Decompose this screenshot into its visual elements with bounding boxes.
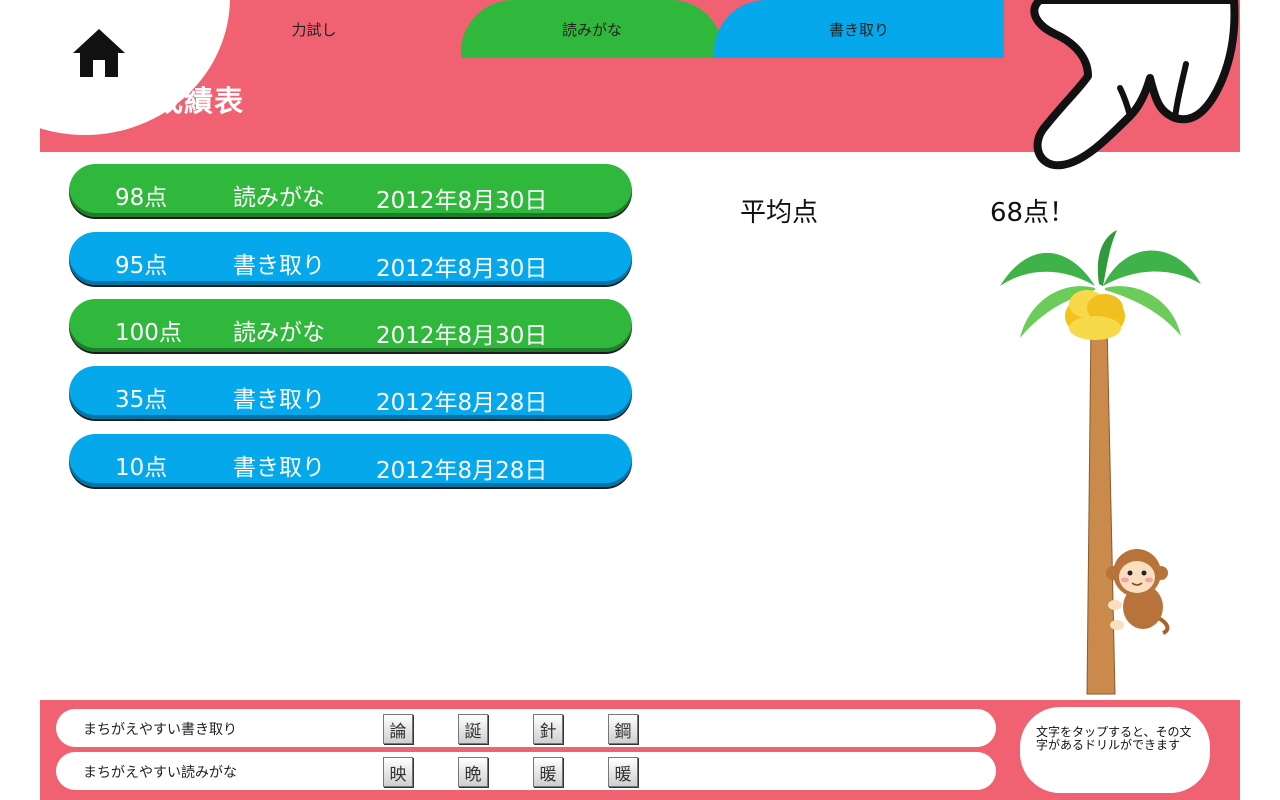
result-date: 2012年8月30日 [376, 323, 548, 349]
monkey-icon [1106, 549, 1170, 635]
page-title: 成績表 [154, 84, 245, 118]
result-score: 98点 [115, 185, 168, 211]
result-score: 95点 [115, 253, 168, 279]
result-score: 35点 [115, 387, 168, 413]
result-date: 2012年8月28日 [376, 458, 548, 484]
frequent-reading-mistakes-label: まちがえやすい読みがな [83, 765, 237, 781]
kanji-button[interactable]: 映 [383, 757, 413, 787]
result-type: 書き取り [233, 387, 325, 413]
tab-challenge-label: 力試し [291, 20, 337, 39]
result-row[interactable]: 10点 書き取り 2012年8月28日 [69, 434, 632, 487]
result-type: 書き取り [233, 253, 325, 279]
average-value: 68点！ [990, 198, 1076, 228]
result-date: 2012年8月28日 [376, 390, 548, 416]
result-score: 100点 [115, 320, 182, 346]
frequent-writing-mistakes-label: まちがえやすい書き取り [83, 722, 237, 738]
frequent-writing-mistakes: まちがえやすい書き取り 論 誕 針 鋼 [56, 709, 996, 747]
kanji-button[interactable]: 誕 [458, 714, 488, 744]
result-row[interactable]: 95点 書き取り 2012年8月30日 [69, 232, 632, 285]
tab-writing-label: 書き取り [828, 20, 889, 39]
result-date: 2012年8月30日 [376, 188, 548, 214]
tab-writing[interactable]: 書き取り [714, 0, 1004, 58]
tab-reading-label: 読みがな [561, 20, 622, 39]
pointing-hand-icon [1030, 0, 1239, 170]
kanji-button[interactable]: 論 [383, 714, 413, 744]
home-icon[interactable] [72, 27, 126, 79]
result-date: 2012年8月30日 [376, 256, 548, 282]
kanji-button[interactable]: 晩 [458, 757, 488, 787]
result-row[interactable]: 35点 書き取り 2012年8月28日 [69, 366, 632, 419]
kanji-button[interactable]: 暖 [608, 757, 638, 787]
hint-text: 文字をタップすると、その文字があるドリルができます [1020, 707, 1210, 793]
result-row[interactable]: 100点 読みがな 2012年8月30日 [69, 299, 632, 352]
result-type: 読みがな [233, 320, 325, 346]
result-type: 書き取り [233, 455, 325, 481]
tab-reading[interactable]: 読みがな [461, 0, 723, 58]
kanji-button[interactable]: 針 [533, 714, 563, 744]
kanji-button[interactable]: 鋼 [608, 714, 638, 744]
average-label: 平均点 [740, 198, 819, 228]
kanji-button[interactable]: 暖 [533, 757, 563, 787]
result-row[interactable]: 98点 読みがな 2012年8月30日 [69, 164, 632, 217]
result-type: 読みがな [233, 185, 325, 211]
frequent-reading-mistakes: まちがえやすい読みがな 映 晩 暖 暖 [56, 752, 996, 790]
result-score: 10点 [115, 455, 168, 481]
